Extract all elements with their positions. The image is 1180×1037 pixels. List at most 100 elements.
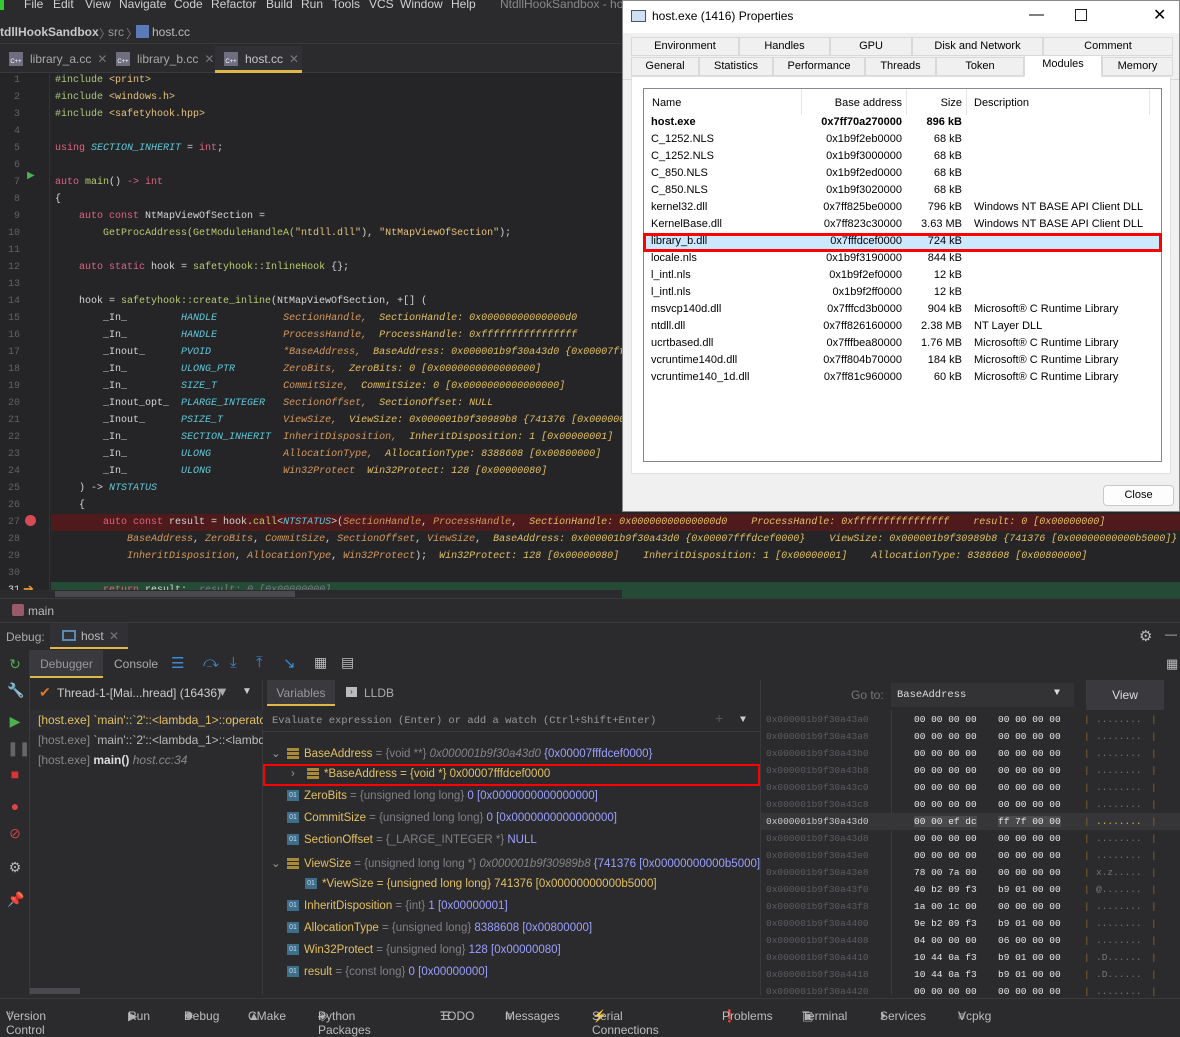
tab-lldb[interactable]: LLDB	[364, 686, 394, 700]
run-gutter-icon[interactable]: ▶	[27, 170, 35, 181]
dialog-tab-disk-and-network[interactable]: Disk and Network	[912, 37, 1043, 56]
editor-horizontal-scrollbar[interactable]	[0, 590, 622, 598]
column-name[interactable]: Name	[652, 97, 681, 109]
memory-row[interactable]: 0x000001b9f30a4410 10 44 0a f3 b9 01 00 00…	[761, 949, 1180, 966]
frame-item[interactable]: [host.exe] main() host.cc:34	[30, 750, 263, 770]
expand-toggle-icon[interactable]: ⌄	[271, 746, 287, 760]
module-row[interactable]: host.exe 0x7ff70a270000 896 kB	[644, 115, 1161, 132]
rerun-icon[interactable]: ↻	[7, 656, 23, 672]
memory-row[interactable]: 0x000001b9f30a43e0 00 00 00 00 00 00 00 00…	[761, 847, 1180, 864]
close-icon[interactable]: ✕	[97, 52, 107, 66]
column-size[interactable]: Size	[941, 97, 962, 109]
memory-row[interactable]: 0x000001b9f30a4400 9e b2 09 f3 b9 01 00 00…	[761, 915, 1180, 932]
tab-library-a[interactable]: C++ library_a.cc ✕	[0, 46, 107, 73]
module-row[interactable]: l_intl.nls 0x1b9f2ef0000 12 kB	[644, 268, 1161, 285]
filter-icon[interactable]: ▼	[216, 684, 229, 699]
memory-row[interactable]: 0x000001b9f30a43e8 78 00 7a 00 00 00 00 00…	[761, 864, 1180, 881]
step-over-icon[interactable]: ⤼	[203, 654, 219, 671]
dialog-tab-environment[interactable]: Environment	[631, 37, 739, 56]
close-button[interactable]: Close	[1103, 485, 1174, 506]
breadcrumb-folder[interactable]: src	[108, 25, 124, 39]
pin-icon[interactable]: 📌	[7, 891, 24, 907]
variable-row[interactable]: 01 InheritDisposition = {int} 1 [0x000000…	[263, 896, 760, 918]
minimize-icon[interactable]: —	[1029, 6, 1044, 23]
frame-item[interactable]: [host.exe] `main'::`2'::<lambda_1>::<lam…	[30, 730, 263, 750]
module-row[interactable]: C_850.NLS 0x1b9f3020000 68 kB	[644, 183, 1161, 200]
module-row[interactable]: ntdll.dll 0x7ff826160000 2.38 MB NT Layer D…	[644, 319, 1161, 336]
close-icon[interactable]: ✕	[1153, 5, 1166, 25]
menu-code[interactable]: Code	[174, 0, 203, 11]
menu-build[interactable]: Build	[266, 0, 293, 11]
chevron-down-icon[interactable]: ▼	[740, 715, 746, 726]
memory-row[interactable]: 0x000001b9f30a43d0 00 00 ef dc ff 7f 00 00…	[761, 813, 1180, 830]
module-row[interactable]: KernelBase.dll 0x7ff823c30000 3.63 MB Windo…	[644, 217, 1161, 234]
close-icon[interactable]: ✕	[289, 52, 299, 66]
variable-row[interactable]: 01 CommitSize = {unsigned long long} 0 [0…	[263, 808, 760, 830]
memory-row[interactable]: 0x000001b9f30a43a8 00 00 00 00 00 00 00 00…	[761, 728, 1180, 745]
variable-row[interactable]: 01 AllocationType = {unsigned long} 83886…	[263, 918, 760, 940]
dialog-tab-memory[interactable]: Memory	[1102, 57, 1173, 76]
expand-toggle-icon[interactable]: ›	[291, 768, 307, 780]
dialog-tab-threads[interactable]: Threads	[865, 57, 936, 76]
menu-help[interactable]: Help	[451, 0, 476, 11]
variable-row[interactable]: ⌄ BaseAddress = {void **} 0x000001b9f30a4…	[263, 742, 760, 764]
view-button[interactable]: View	[1086, 680, 1164, 710]
module-row[interactable]: library_b.dll 0x7fffdcef0000 724 kB	[643, 233, 1162, 252]
variable-row[interactable]: 01 result = {const long} 0 [0x00000000]	[263, 962, 760, 984]
column-base-address[interactable]: Base address	[835, 97, 902, 109]
goto-address-input[interactable]: BaseAddress ▼	[891, 683, 1074, 707]
tab-debugger[interactable]: Debugger	[30, 650, 103, 678]
breadcrumb-file[interactable]: host.cc	[152, 25, 190, 39]
step-out-icon[interactable]: ⤒	[256, 654, 263, 671]
memory-row[interactable]: 0x000001b9f30a43d8 00 00 00 00 00 00 00 00…	[761, 830, 1180, 847]
expand-toggle-icon[interactable]: ⌄	[271, 856, 287, 870]
variable-row[interactable]: › *BaseAddress = {void *} 0x00007fffdcef0…	[263, 764, 760, 786]
memory-row[interactable]: 0x000001b9f30a43b8 00 00 00 00 00 00 00 00…	[761, 762, 1180, 779]
menu-window[interactable]: Window	[400, 0, 443, 11]
wrench-icon[interactable]: 🔧	[7, 682, 24, 698]
resume-icon[interactable]: ▶	[7, 713, 23, 729]
module-row[interactable]: ucrtbased.dll 0x7fffbea80000 1.76 MB Micros…	[644, 336, 1161, 353]
settings-icon[interactable]: ⚙	[7, 859, 23, 875]
tab-console[interactable]: Console	[114, 657, 158, 671]
memory-row[interactable]: 0x000001b9f30a43a0 00 00 00 00 00 00 00 00…	[761, 711, 1180, 728]
menu-file[interactable]: File	[24, 0, 43, 11]
module-row[interactable]: kernel32.dll 0x7ff825be0000 796 kB Windows …	[644, 200, 1161, 217]
module-row[interactable]: C_1252.NLS 0x1b9f2eb0000 68 kB	[644, 132, 1161, 149]
module-row[interactable]: C_850.NLS 0x1b9f2ed0000 68 kB	[644, 166, 1161, 183]
module-row[interactable]: C_1252.NLS 0x1b9f3000000 68 kB	[644, 149, 1161, 166]
modules-list[interactable]: Name Base address Size Description host.…	[643, 88, 1162, 462]
menu-navigate[interactable]: Navigate	[119, 0, 166, 11]
dialog-tab-gpu[interactable]: GPU	[830, 37, 912, 56]
variable-row[interactable]: 01 ZeroBits = {unsigned long long} 0 [0x0…	[263, 786, 760, 808]
minimize-icon[interactable]: —	[1165, 627, 1177, 641]
dialog-tab-comment[interactable]: Comment	[1043, 37, 1173, 56]
pause-icon[interactable]: ❚❚	[7, 740, 30, 756]
dialog-tab-token[interactable]: Token	[936, 57, 1024, 76]
layout-icon[interactable]: ▤	[341, 654, 354, 671]
frames-scrollbar[interactable]	[30, 988, 80, 994]
variable-row[interactable]: ⌄ ViewSize = {unsigned long long *} 0x000…	[263, 852, 764, 874]
tab-variables[interactable]: Variables	[267, 680, 335, 706]
tab-host[interactable]: C++ host.cc ✕	[215, 46, 302, 73]
dialog-tab-performance[interactable]: Performance	[773, 57, 865, 76]
frame-item[interactable]: [host.exe] `main'::`2'::<lambda_1>::oper…	[30, 710, 263, 730]
variable-row[interactable]: 01 SectionOffset = {_LARGE_INTEGER *} NUL…	[263, 830, 760, 852]
column-description[interactable]: Description	[974, 97, 1029, 109]
module-row[interactable]: msvcp140d.dll 0x7fffcd3b0000 904 kB Microso…	[644, 302, 1161, 319]
memory-row[interactable]: 0x000001b9f30a43b0 00 00 00 00 00 00 00 00…	[761, 745, 1180, 762]
module-row[interactable]: l_intl.nls 0x1b9f2ff0000 12 kB	[644, 285, 1161, 302]
gear-icon[interactable]: ⚙	[1139, 627, 1152, 645]
variable-row[interactable]: 01 *ViewSize = {unsigned long long} 74137…	[263, 874, 760, 896]
view-breakpoints-icon[interactable]: ●	[7, 798, 23, 814]
module-row[interactable]: locale.nls 0x1b9f3190000 844 kB	[644, 251, 1161, 268]
module-row[interactable]: vcruntime140_1d.dll 0x7ff81c960000 60 kB Mi…	[644, 370, 1161, 387]
menu-tools[interactable]: Tools	[332, 0, 360, 11]
variable-row[interactable]: 01 Win32Protect = {unsigned long} 128 [0x…	[263, 940, 760, 962]
menu-edit[interactable]: Edit	[53, 0, 74, 11]
memory-row[interactable]: 0x000001b9f30a43c8 00 00 00 00 00 00 00 00…	[761, 796, 1180, 813]
run-to-cursor-icon[interactable]: ↘	[283, 654, 296, 672]
dialog-tab-handles[interactable]: Handles	[739, 37, 830, 56]
menu-vcs[interactable]: VCS	[369, 0, 394, 11]
maximize-icon[interactable]	[1075, 9, 1087, 21]
